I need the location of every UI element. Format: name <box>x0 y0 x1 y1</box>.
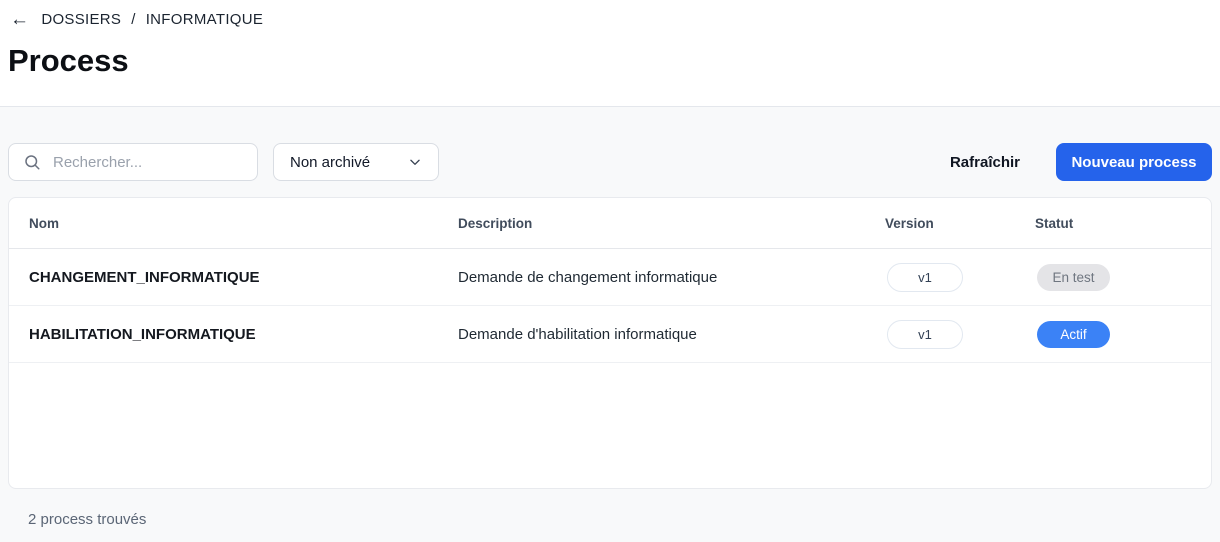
search-input[interactable] <box>8 143 258 181</box>
process-version-cell: v1 <box>885 320 1035 349</box>
process-status-cell: Actif <box>1035 321 1211 348</box>
table-row[interactable]: CHANGEMENT_INFORMATIQUE Demande de chang… <box>9 249 1211 306</box>
archive-filter-dropdown[interactable]: Non archivé <box>273 143 439 181</box>
column-header-version: Version <box>885 216 1035 231</box>
table-header-row: Nom Description Version Statut <box>9 198 1211 249</box>
process-version-cell: v1 <box>885 263 1035 292</box>
process-description: Demande d'habilitation informatique <box>458 326 885 343</box>
search-icon <box>23 153 41 171</box>
search-box <box>8 143 258 181</box>
breadcrumb: ← DOSSIERS / INFORMATIQUE <box>10 10 1210 29</box>
main-content: Non archivé Rafraîchir Nouveau process N… <box>0 107 1220 542</box>
back-arrow-icon[interactable]: ← <box>10 10 29 29</box>
page-header: ← DOSSIERS / INFORMATIQUE Process <box>0 0 1220 107</box>
toolbar: Non archivé Rafraîchir Nouveau process <box>8 107 1212 181</box>
chevron-down-icon <box>408 155 422 169</box>
process-name: HABILITATION_INFORMATIQUE <box>9 326 458 343</box>
process-name: CHANGEMENT_INFORMATIQUE <box>9 269 458 286</box>
breadcrumb-dossiers[interactable]: DOSSIERS <box>41 11 121 28</box>
new-process-button[interactable]: Nouveau process <box>1056 143 1212 181</box>
table-row[interactable]: HABILITATION_INFORMATIQUE Demande d'habi… <box>9 306 1211 363</box>
column-header-description: Description <box>458 216 885 231</box>
breadcrumb-separator: / <box>131 11 135 28</box>
column-header-statut: Statut <box>1035 216 1211 231</box>
process-table-card: Nom Description Version Statut CHANGEMEN… <box>8 197 1212 489</box>
page-title: Process <box>8 42 1210 80</box>
version-pill: v1 <box>887 263 963 292</box>
status-badge: En test <box>1037 264 1110 291</box>
status-badge: Actif <box>1037 321 1110 348</box>
column-header-nom: Nom <box>9 216 458 231</box>
process-description: Demande de changement informatique <box>458 269 885 286</box>
breadcrumb-informatique: INFORMATIQUE <box>146 11 263 28</box>
refresh-button[interactable]: Rafraîchir <box>948 146 1022 179</box>
results-count: 2 process trouvés <box>8 511 1212 528</box>
process-status-cell: En test <box>1035 264 1211 291</box>
version-pill: v1 <box>887 320 963 349</box>
archive-filter-value: Non archivé <box>290 154 370 171</box>
